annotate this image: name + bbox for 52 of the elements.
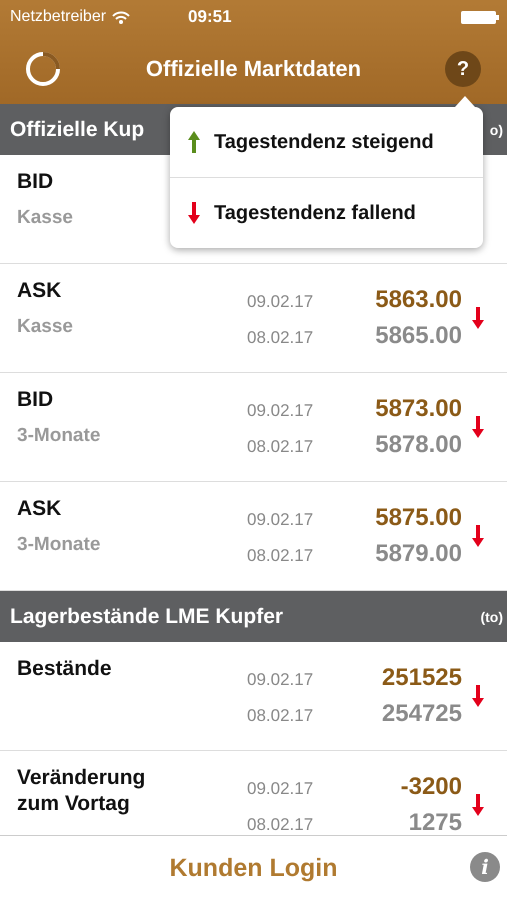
screen-title: Offizielle Marktdaten xyxy=(144,56,362,82)
row-label: BID xyxy=(17,169,54,195)
date-text: 09.02.17 xyxy=(247,401,314,421)
date-text: 08.02.17 xyxy=(247,706,314,726)
carrier-name: Netzbetreiber xyxy=(10,8,106,26)
price-value: 254725 xyxy=(382,700,462,728)
price-value: -3200 xyxy=(400,773,462,801)
wifi-icon xyxy=(112,10,130,24)
up-arrow-icon xyxy=(188,131,200,153)
down-arrow-icon xyxy=(472,685,484,707)
date-text: 09.02.17 xyxy=(247,779,314,799)
date-text: 09.02.17 xyxy=(247,670,314,690)
price-value: 5865.00 xyxy=(375,322,462,350)
unit-label: (to) xyxy=(480,608,503,624)
row-sublabel: 3-Monate xyxy=(17,425,100,447)
row-sublabel: 3-Monate xyxy=(17,534,100,556)
legend-text: Tagestendenz steigend xyxy=(214,130,434,154)
down-arrow-icon xyxy=(188,202,200,224)
row-label: BID xyxy=(17,387,54,413)
date-text: 09.02.17 xyxy=(247,510,314,530)
price-value: 251525 xyxy=(382,664,462,692)
down-arrow-icon xyxy=(472,794,484,816)
price-value: 5863.00 xyxy=(375,286,462,314)
date-text: 08.02.17 xyxy=(247,437,314,457)
row-label: ASK xyxy=(17,496,62,522)
info-button[interactable]: i xyxy=(470,852,500,882)
price-value: 5873.00 xyxy=(375,395,462,423)
down-arrow-icon xyxy=(472,307,484,329)
down-arrow-icon xyxy=(472,416,484,438)
price-value: 5875.00 xyxy=(375,504,462,532)
section-title: Offizielle Kup xyxy=(10,118,144,142)
clock-time: 09:51 xyxy=(188,7,232,27)
price-value: 5878.00 xyxy=(375,431,462,459)
section-title: Lagerbestände LME Kupfer xyxy=(10,604,284,628)
price-value: 1275 xyxy=(408,809,462,835)
date-text: 09.02.17 xyxy=(247,292,314,312)
date-text: 08.02.17 xyxy=(247,328,314,348)
row-sublabel: Kasse xyxy=(17,316,73,338)
row-label: Veränderung zum Vortag xyxy=(17,765,146,817)
price-value: 5879.00 xyxy=(375,540,462,568)
loading-ring-icon[interactable] xyxy=(24,50,62,88)
row-sublabel: Kasse xyxy=(17,207,73,229)
legend-text: Tagestendenz fallend xyxy=(214,202,416,224)
battery-icon xyxy=(461,10,499,24)
date-text: 08.02.17 xyxy=(247,815,314,835)
down-arrow-icon xyxy=(472,525,484,547)
row-label: ASK xyxy=(17,278,62,304)
help-button[interactable]: ? xyxy=(445,51,481,87)
unit-label: o) xyxy=(490,122,503,138)
date-text: 08.02.17 xyxy=(247,546,314,566)
row-label: Bestände xyxy=(17,656,112,682)
login-button[interactable]: Kunden Login xyxy=(161,850,346,886)
